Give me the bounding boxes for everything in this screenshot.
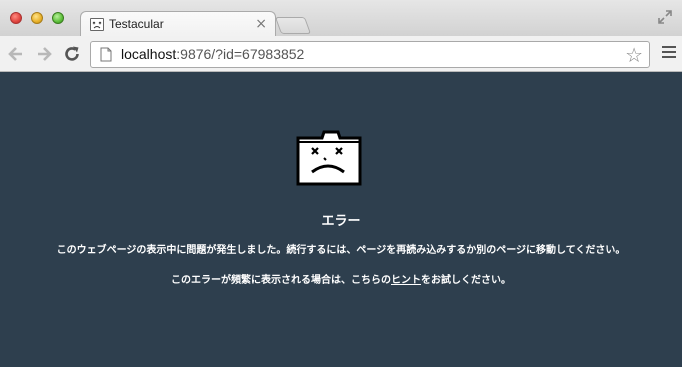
fullscreen-icon[interactable] <box>658 10 672 24</box>
new-tab-button[interactable] <box>274 17 312 34</box>
chrome-menu-icon[interactable] <box>662 46 676 60</box>
forward-button[interactable] <box>34 44 54 64</box>
back-button[interactable] <box>6 44 26 64</box>
page-icon <box>100 47 112 62</box>
error-message: このウェブページの表示中に問題が発生しました。続行するには、ページを再読み込みす… <box>56 245 626 256</box>
sad-folder-icon <box>296 130 362 186</box>
arrow-right-icon <box>38 47 52 61</box>
hint-suffix: をお試しください。 <box>421 275 511 286</box>
error-title: エラー <box>321 214 361 229</box>
bookmark-star-icon[interactable]: ☆ <box>625 43 643 67</box>
url-path: :9876/?id=67983852 <box>176 46 305 62</box>
hint-link[interactable]: ヒント <box>391 275 421 286</box>
zoom-window-button[interactable] <box>52 12 64 24</box>
tab-close-icon[interactable]: × <box>255 15 267 33</box>
url-host: localhost <box>121 46 177 62</box>
close-window-button[interactable] <box>10 12 22 24</box>
tab-testacular[interactable]: Testacular × <box>80 11 276 37</box>
tab-title: Testacular <box>109 17 164 31</box>
window-titlebar: Testacular × <box>0 0 682 37</box>
error-hint: このエラーが頻繁に表示される場合は、こちらのヒントをお試しください。 <box>0 271 682 286</box>
minimize-window-button[interactable] <box>31 12 43 24</box>
url-text: localhost:9876/?id=67983852 <box>121 46 304 62</box>
browser-toolbar: localhost:9876/?id=67983852 ☆ <box>0 36 682 72</box>
reload-icon <box>65 46 79 61</box>
sad-page-favicon-icon <box>90 18 104 31</box>
error-page: エラー このウェブページの表示中に問題が発生しました。続行するには、ページを再読… <box>0 72 682 367</box>
hint-prefix: このエラーが頻繁に表示される場合は、こちらの <box>171 275 391 286</box>
address-bar[interactable]: localhost:9876/?id=67983852 ☆ <box>90 41 650 68</box>
arrow-left-icon <box>8 47 22 61</box>
reload-button[interactable] <box>62 44 82 64</box>
